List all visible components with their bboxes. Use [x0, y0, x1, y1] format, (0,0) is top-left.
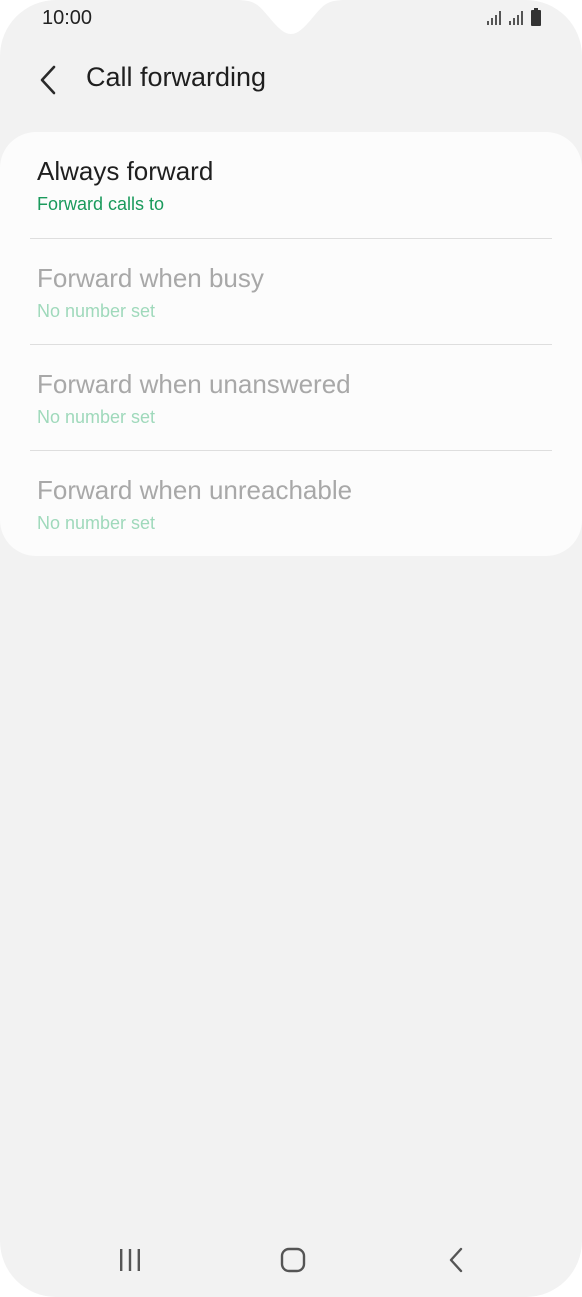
app-header: Call forwarding	[0, 50, 582, 110]
item-subtitle: No number set	[37, 301, 156, 321]
recent-apps-icon	[120, 1249, 140, 1271]
forwarding-options-list: Always forward Forward calls to Forward …	[0, 132, 582, 556]
home-icon	[280, 1247, 306, 1273]
nav-back-button[interactable]	[427, 1230, 487, 1290]
item-subtitle: Forward calls to	[37, 194, 165, 214]
list-item-forward-when-busy[interactable]: Forward when busy No number set	[0, 239, 582, 345]
item-title: Forward when busy	[37, 263, 264, 293]
item-title: Forward when unreachable	[37, 475, 353, 505]
status-bar: 10:00	[0, 0, 582, 40]
phone-screen: 10:00 Call forwarding Always forward For…	[0, 0, 582, 1297]
item-title: Always forward	[37, 156, 214, 186]
back-icon	[449, 1247, 463, 1273]
home-button[interactable]	[263, 1230, 323, 1290]
item-subtitle: No number set	[37, 513, 156, 533]
battery-icon	[531, 8, 541, 26]
signal-icon	[487, 11, 501, 25]
list-item-always-forward[interactable]: Always forward Forward calls to	[0, 132, 582, 238]
back-button[interactable]	[28, 58, 68, 102]
signal-icon	[509, 11, 523, 25]
status-icons	[486, 8, 542, 26]
status-time: 10:00	[42, 7, 93, 29]
item-title: Forward when unanswered	[37, 369, 351, 399]
page-title: Call forwarding	[86, 62, 267, 92]
recent-apps-button[interactable]	[100, 1230, 160, 1290]
list-item-forward-when-unanswered[interactable]: Forward when unanswered No number set	[0, 345, 582, 451]
chevron-left-icon	[40, 65, 56, 95]
item-subtitle: No number set	[37, 407, 156, 427]
list-item-forward-when-unreachable[interactable]: Forward when unreachable No number set	[0, 451, 582, 557]
system-navigation-bar	[0, 1230, 582, 1290]
